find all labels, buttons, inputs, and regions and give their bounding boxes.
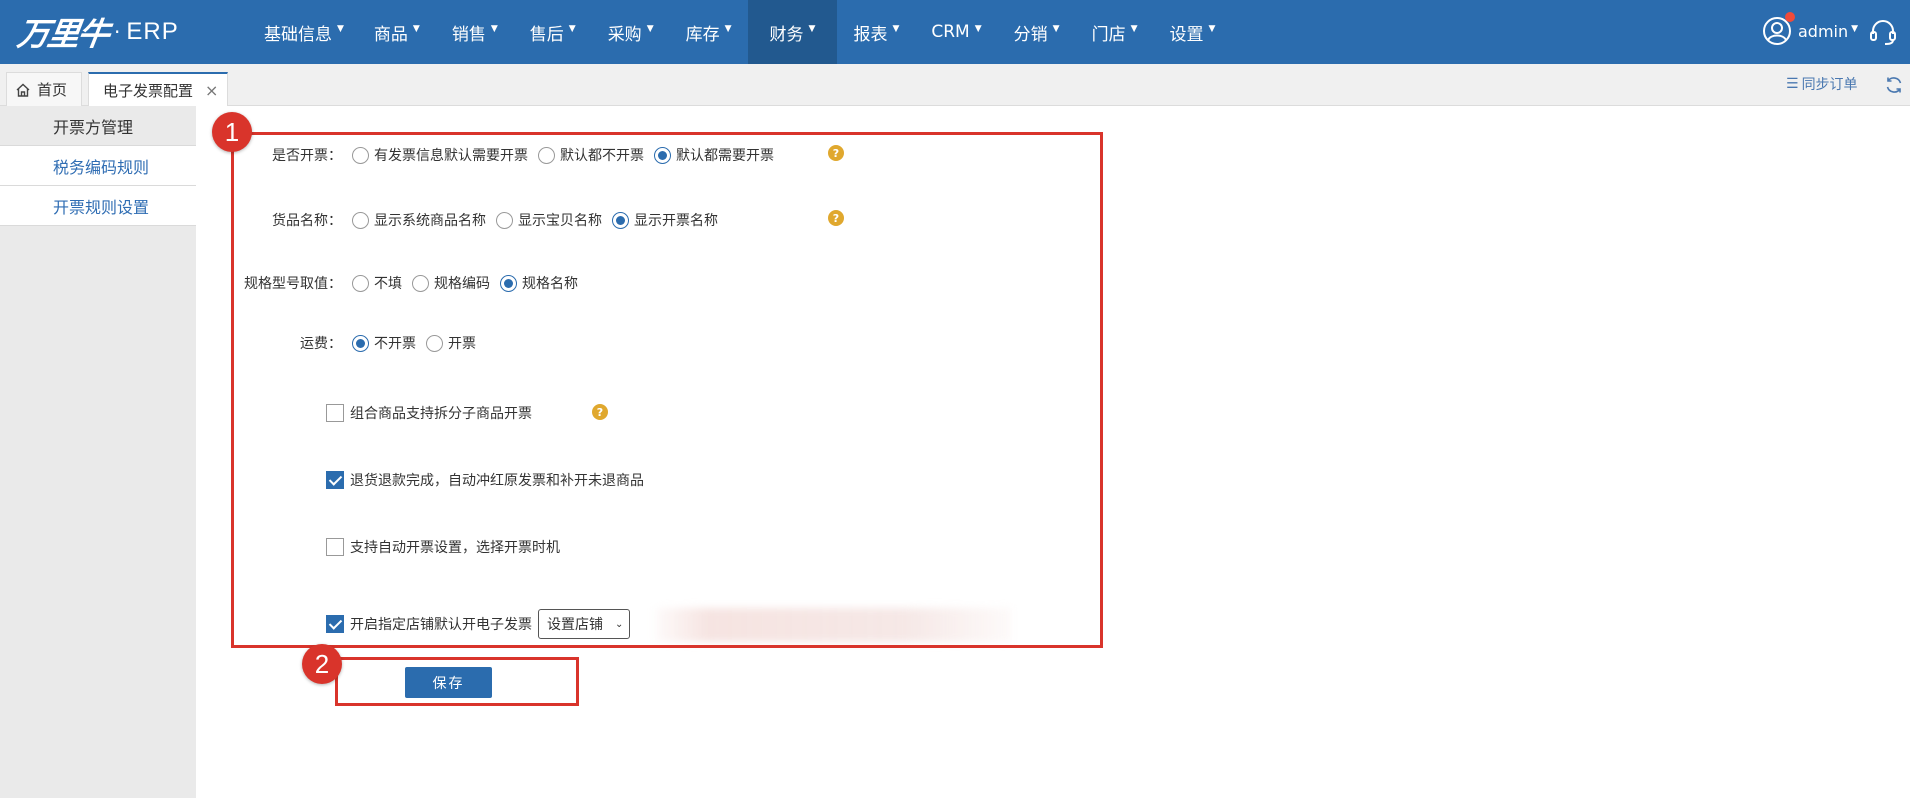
- nav-item-label: 报表: [853, 24, 888, 45]
- nav-item-label: 财务: [769, 24, 804, 45]
- nav-item-reports[interactable]: 报表 ▼: [837, 0, 915, 64]
- nav-item-label: 门店: [1091, 24, 1126, 45]
- caret-down-icon: ▼: [892, 24, 900, 34]
- caret-down-icon: ▼: [568, 24, 576, 34]
- nav-item-label: 分销: [1013, 24, 1048, 45]
- nav-item-aftersale[interactable]: 售后 ▼: [514, 0, 592, 64]
- nav-item-inventory[interactable]: 库存 ▼: [670, 0, 748, 64]
- caret-down-icon: ▼: [724, 24, 732, 34]
- user-menu[interactable]: admin ▼: [1762, 12, 1859, 46]
- tab-home[interactable]: 首页: [6, 72, 82, 106]
- list-icon: ☰: [1786, 76, 1799, 92]
- logo-separator: ·: [114, 20, 121, 44]
- tab-bar: 首页 电子发票配置 ×: [0, 64, 1910, 106]
- nav-item-purchase[interactable]: 采购 ▼: [592, 0, 670, 64]
- caret-down-icon: ▼: [337, 24, 344, 34]
- sidebar-item-tax-code[interactable]: 税务编码规则: [0, 146, 196, 186]
- nav-item-finance[interactable]: 财务 ▼: [747, 0, 838, 64]
- sync-orders-label: 同步订单: [1801, 77, 1858, 93]
- caret-down-icon: ▼: [1052, 24, 1060, 34]
- user-avatar-icon: [1762, 12, 1795, 46]
- nav-item-baseinfo[interactable]: 基础信息 ▼: [248, 0, 358, 64]
- nav-item-label: 设置: [1169, 24, 1204, 45]
- nav-item-label: 基础信息: [264, 24, 332, 45]
- sidebar-item-label: 开票方管理: [53, 117, 134, 137]
- main-nav: 基础信息 ▼ 商品 ▼ 销售 ▼ 售后 ▼ 采购 ▼ 库存 ▼ 财务 ▼ 报表 ▼ CRM ▼ 分…: [248, 0, 1231, 64]
- caret-down-icon: ▼: [1208, 24, 1216, 34]
- headset-icon[interactable]: [1868, 17, 1898, 47]
- nav-item-label: 售后: [529, 24, 564, 45]
- caret-down-icon: ▼: [490, 24, 498, 34]
- caret-down-icon: ▼: [646, 24, 654, 34]
- annotation-badge-1: 1: [212, 112, 252, 152]
- nav-item-settings[interactable]: 设置 ▼: [1154, 0, 1232, 64]
- notification-dot: [1785, 12, 1795, 22]
- sidebar-item-label: 税务编码规则: [53, 157, 150, 177]
- logo-erp: ERP: [126, 18, 179, 45]
- home-icon: [16, 83, 30, 97]
- caret-down-icon: ▼: [808, 24, 816, 34]
- refresh-icon[interactable]: [1884, 75, 1904, 95]
- nav-item-label: 采购: [607, 24, 642, 45]
- nav-item-sales[interactable]: 销售 ▼: [436, 0, 514, 64]
- sidebar-item-label: 开票规则设置: [53, 197, 150, 217]
- nav-item-label: CRM: [931, 22, 970, 42]
- user-name: admin: [1798, 21, 1849, 41]
- nav-item-crm[interactable]: CRM ▼: [915, 0, 997, 64]
- logo-mark: 万里牛: [15, 15, 111, 53]
- sidebar: 开票方管理 税务编码规则 开票规则设置: [0, 106, 196, 798]
- nav-item-label: 商品: [373, 24, 408, 45]
- annotation-box-1: [231, 132, 1103, 648]
- annotation-badge-2: 2: [302, 644, 342, 684]
- caret-down-icon: ▼: [1851, 24, 1859, 34]
- caret-down-icon: ▼: [412, 24, 420, 34]
- annotation-box-2: [335, 657, 579, 706]
- close-icon[interactable]: ×: [205, 81, 218, 100]
- nav-item-distribution[interactable]: 分销 ▼: [998, 0, 1076, 64]
- caret-down-icon: ▼: [974, 24, 982, 34]
- nav-item-goods[interactable]: 商品 ▼: [358, 0, 436, 64]
- sync-orders-button[interactable]: ☰ 同步订单: [1786, 74, 1858, 94]
- sidebar-item-invoice-rules[interactable]: 开票规则设置: [0, 186, 196, 226]
- caret-down-icon: ▼: [1130, 24, 1138, 34]
- tab-home-label: 首页: [37, 81, 68, 99]
- nav-item-store[interactable]: 门店 ▼: [1076, 0, 1154, 64]
- top-navbar: 万里牛 · ERP 基础信息 ▼ 商品 ▼ 销售 ▼ 售后 ▼ 采购 ▼ 库存 ▼ 财务 ▼ …: [0, 0, 1910, 64]
- logo[interactable]: 万里牛 · ERP: [15, 10, 179, 54]
- tab-einvoice-config[interactable]: 电子发票配置 ×: [88, 72, 228, 106]
- nav-item-label: 销售: [451, 24, 486, 45]
- tab-active-label: 电子发票配置: [103, 81, 194, 100]
- nav-item-label: 库存: [685, 24, 720, 45]
- sidebar-item-issuer[interactable]: 开票方管理: [0, 106, 196, 146]
